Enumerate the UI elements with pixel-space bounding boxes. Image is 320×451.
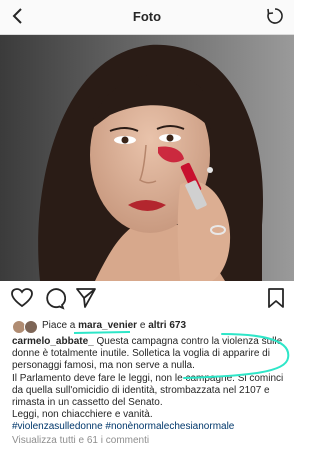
avatar[interactable]	[24, 320, 38, 334]
annotation-underline	[73, 331, 131, 334]
heart-icon[interactable]	[10, 286, 34, 310]
view-all-comments-link[interactable]: Visualizza tutti e 61 i commenti	[12, 435, 149, 446]
top-bar: Foto	[0, 0, 294, 35]
page-title: Foto	[132, 9, 162, 24]
likes-text: Piace a mara_venier e altri 673	[42, 320, 187, 331]
post-caption: carmelo_abbate_ Questa campagna contro l…	[12, 336, 288, 434]
likes-count[interactable]: altri 673	[148, 320, 186, 331]
caption-hashtags[interactable]: #violenzasulledonne #nonènormalechesiano…	[12, 421, 288, 433]
comment-icon[interactable]	[42, 286, 67, 310]
bookmark-icon[interactable]	[264, 286, 288, 310]
refresh-icon[interactable]	[265, 6, 285, 26]
caption-text-2: Il Parlamento deve fare le leggi, non le…	[12, 372, 284, 409]
caption-text-3: Leggi, non chiacchiere e vanità.	[12, 409, 153, 421]
post-photo[interactable]	[0, 35, 294, 281]
paper-plane-icon[interactable]	[74, 286, 98, 310]
caption-author[interactable]: carmelo_abbate_	[12, 336, 94, 347]
liker-username[interactable]: mara_venier	[78, 320, 137, 331]
post-actions	[0, 286, 294, 314]
